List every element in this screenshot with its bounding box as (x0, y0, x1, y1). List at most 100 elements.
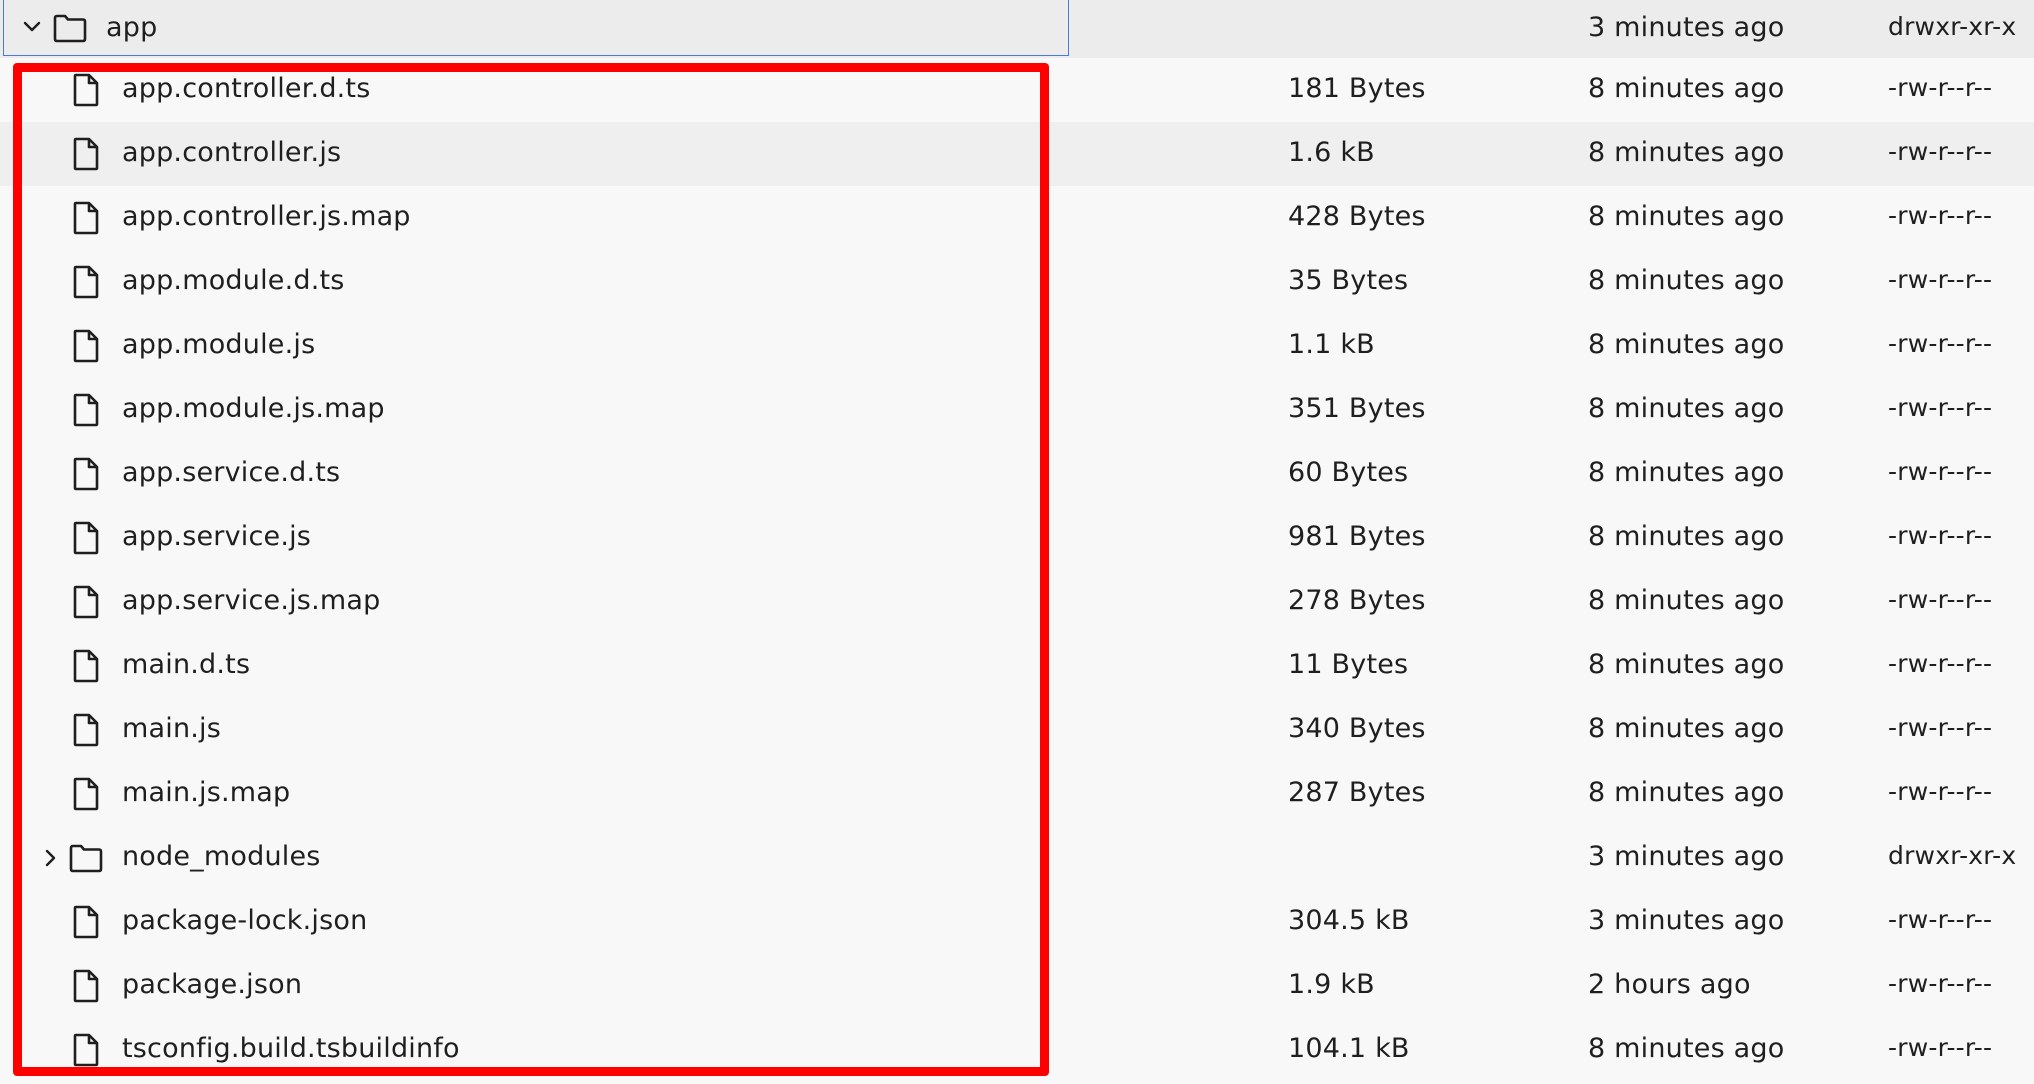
file-permissions: -rw-r--r-- (1888, 521, 1993, 550)
file-modified: 8 minutes ago (1588, 457, 1785, 488)
file-name: package.json (122, 969, 303, 1000)
file-name: app.controller.js (122, 137, 342, 168)
selection-outline (3, 0, 1069, 56)
file-size: 181 Bytes (1288, 73, 1426, 104)
file-modified: 3 minutes ago (1588, 905, 1785, 936)
file-size: 104.1 kB (1288, 1033, 1410, 1064)
folder-modified: 3 minutes ago (1588, 12, 1785, 43)
file-modified: 2 hours ago (1588, 969, 1751, 1000)
file-icon (73, 201, 99, 235)
file-name: app.controller.d.ts (122, 73, 371, 104)
tree-row-file[interactable]: package.json 1.9 kB 2 hours ago -rw-r--r… (0, 954, 2034, 1018)
file-size: 287 Bytes (1288, 777, 1426, 808)
file-name: main.js (122, 713, 222, 744)
folder-modified: 3 minutes ago (1588, 841, 1785, 872)
file-size: 60 Bytes (1288, 457, 1409, 488)
file-icon (73, 969, 99, 1003)
file-icon (73, 713, 99, 747)
file-name: app.service.d.ts (122, 457, 341, 488)
file-permissions: -rw-r--r-- (1888, 201, 1993, 230)
chevron-down-icon[interactable] (20, 15, 44, 39)
tree-row-file[interactable]: tsconfig.build.tsbuildinfo 104.1 kB 8 mi… (0, 1018, 2034, 1082)
file-size: 11 Bytes (1288, 649, 1409, 680)
file-icon (73, 265, 99, 299)
chevron-right-icon[interactable] (38, 846, 62, 870)
file-permissions: -rw-r--r-- (1888, 393, 1993, 422)
file-permissions: -rw-r--r-- (1888, 713, 1993, 742)
file-permissions: -rw-r--r-- (1888, 73, 1993, 102)
file-icon (73, 393, 99, 427)
folder-permissions: drwxr-xr-x (1888, 841, 2017, 870)
file-modified: 8 minutes ago (1588, 777, 1785, 808)
file-icon (73, 73, 99, 107)
file-size: 981 Bytes (1288, 521, 1426, 552)
file-size: 304.5 kB (1288, 905, 1410, 936)
file-name: app.module.js (122, 329, 316, 360)
folder-permissions: drwxr-xr-x (1888, 12, 2017, 41)
folder-name: node_modules (122, 841, 321, 872)
tree-row-file[interactable]: app.service.js 981 Bytes 8 minutes ago -… (0, 506, 2034, 570)
file-icon (73, 649, 99, 683)
file-icon (73, 1033, 99, 1067)
file-permissions: -rw-r--r-- (1888, 329, 1993, 358)
file-name: main.d.ts (122, 649, 251, 680)
tree-row-file[interactable]: app.module.js.map 351 Bytes 8 minutes ag… (0, 378, 2034, 442)
folder-icon (69, 844, 103, 873)
file-permissions: -rw-r--r-- (1888, 649, 1993, 678)
tree-row-file[interactable]: app.module.js 1.1 kB 8 minutes ago -rw-r… (0, 314, 2034, 378)
tree-row-file[interactable]: app.controller.js.map 428 Bytes 8 minute… (0, 186, 2034, 250)
file-modified: 8 minutes ago (1588, 73, 1785, 104)
file-modified: 8 minutes ago (1588, 585, 1785, 616)
file-permissions: -rw-r--r-- (1888, 905, 1993, 934)
file-permissions: -rw-r--r-- (1888, 137, 1993, 166)
tree-row-app-folder[interactable]: app 3 minutes ago drwxr-xr-x (0, 0, 2034, 58)
file-name: tsconfig.build.tsbuildinfo (122, 1033, 460, 1064)
file-icon (73, 777, 99, 811)
file-size: 1.1 kB (1288, 329, 1375, 360)
file-modified: 8 minutes ago (1588, 393, 1785, 424)
file-icon (73, 329, 99, 363)
file-icon (73, 905, 99, 939)
file-tree: app 3 minutes ago drwxr-xr-x app.control… (0, 0, 2034, 1082)
file-permissions: -rw-r--r-- (1888, 969, 1993, 998)
file-icon (73, 585, 99, 619)
file-modified: 8 minutes ago (1588, 137, 1785, 168)
tree-row-file[interactable]: main.js.map 287 Bytes 8 minutes ago -rw-… (0, 762, 2034, 826)
tree-row-folder[interactable]: node_modules 3 minutes ago drwxr-xr-x (0, 826, 2034, 890)
file-icon (73, 521, 99, 555)
file-name: app.module.d.ts (122, 265, 345, 296)
file-permissions: -rw-r--r-- (1888, 457, 1993, 486)
file-modified: 8 minutes ago (1588, 201, 1785, 232)
file-size: 428 Bytes (1288, 201, 1426, 232)
file-name: package-lock.json (122, 905, 368, 936)
file-modified: 8 minutes ago (1588, 713, 1785, 744)
tree-row-file[interactable]: app.controller.js 1.6 kB 8 minutes ago -… (0, 122, 2034, 186)
file-size: 1.9 kB (1288, 969, 1375, 1000)
file-name: app.service.js.map (122, 585, 381, 616)
file-name: app.module.js.map (122, 393, 385, 424)
file-size: 35 Bytes (1288, 265, 1409, 296)
file-modified: 8 minutes ago (1588, 521, 1785, 552)
file-name: app.service.js (122, 521, 312, 552)
tree-row-file[interactable]: app.service.js.map 278 Bytes 8 minutes a… (0, 570, 2034, 634)
file-icon (73, 457, 99, 491)
tree-row-file[interactable]: main.d.ts 11 Bytes 8 minutes ago -rw-r--… (0, 634, 2034, 698)
file-modified: 8 minutes ago (1588, 649, 1785, 680)
tree-row-file[interactable]: app.module.d.ts 35 Bytes 8 minutes ago -… (0, 250, 2034, 314)
folder-name: app (106, 12, 158, 43)
file-permissions: -rw-r--r-- (1888, 1033, 1993, 1062)
file-permissions: -rw-r--r-- (1888, 777, 1993, 806)
folder-icon (53, 14, 87, 43)
file-modified: 8 minutes ago (1588, 329, 1785, 360)
file-permissions: -rw-r--r-- (1888, 265, 1993, 294)
file-size: 340 Bytes (1288, 713, 1426, 744)
tree-row-file[interactable]: app.controller.d.ts 181 Bytes 8 minutes … (0, 58, 2034, 122)
tree-row-file[interactable]: app.service.d.ts 60 Bytes 8 minutes ago … (0, 442, 2034, 506)
file-size: 1.6 kB (1288, 137, 1375, 168)
file-modified: 8 minutes ago (1588, 265, 1785, 296)
file-permissions: -rw-r--r-- (1888, 585, 1993, 614)
tree-row-file[interactable]: main.js 340 Bytes 8 minutes ago -rw-r--r… (0, 698, 2034, 762)
file-modified: 8 minutes ago (1588, 1033, 1785, 1064)
tree-row-file[interactable]: package-lock.json 304.5 kB 3 minutes ago… (0, 890, 2034, 954)
file-name: main.js.map (122, 777, 291, 808)
